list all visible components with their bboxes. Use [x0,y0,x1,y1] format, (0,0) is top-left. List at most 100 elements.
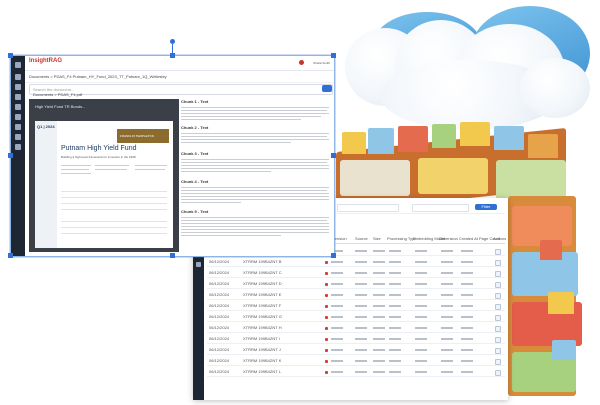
col-size: Size [373,236,381,241]
row-date: 06/12/2024 [209,314,230,319]
chunk-label[interactable]: Chunk 3 - Text [181,151,208,157]
row-name[interactable]: XTRRM 199B4ZNT G [243,315,282,319]
document-icon[interactable] [196,262,201,267]
cell-placeholder [441,316,453,318]
resize-handle[interactable] [170,253,175,258]
cell-placeholder [415,261,427,263]
col-source: Source [355,236,368,241]
row-name[interactable]: XTRRM 199B4ZNT E [243,293,281,297]
document-page: Q1 | 2024 FRANKLIN TEMPLETON Putnam High… [35,121,173,248]
table-row[interactable]: 06/12/2024 XTRRM 199B4ZNT H [207,325,505,333]
cell-placeholder [441,371,453,373]
cell-placeholder [355,261,367,263]
cell-placeholder [373,283,385,285]
pdf-icon [325,305,328,308]
resize-handle[interactable] [8,253,13,258]
resize-handle[interactable] [331,153,336,158]
chunk-label[interactable]: Chunk 5 - Text [181,209,208,215]
folder-icon[interactable] [15,94,21,100]
cell-placeholder [415,294,427,296]
cell-placeholder [373,305,385,307]
row-name[interactable]: XTRRM 199B4ZNT D [243,282,282,286]
cell-placeholder [441,250,453,252]
filter-input[interactable] [337,204,399,212]
table-row[interactable]: 06/12/2024 XTRRM 199B4ZNT D [207,281,505,289]
document-tab[interactable]: Documents > PDAS_F4.pdf [33,93,82,97]
home-icon[interactable] [15,62,21,68]
resize-handle[interactable] [331,53,336,58]
user-name[interactable]: Sheila Smith [313,61,330,65]
row-name[interactable]: XTRRM 199B4ZNT J [243,348,281,352]
row-name[interactable]: XTRRM 199B4ZNT B [243,260,281,264]
cell-placeholder [461,305,473,307]
filter-select[interactable] [412,204,469,212]
resize-handle[interactable] [8,153,13,158]
row-name[interactable]: XTRRM 199B4ZNT C [243,271,282,275]
row-name[interactable]: XTRRM 199B4ZNT H [243,326,282,330]
row-action-button[interactable] [495,293,501,299]
table-row[interactable]: 06/12/2024 XTRRM 199B4ZNT K [207,358,505,366]
cell-placeholder [415,349,427,351]
chart-icon[interactable] [15,104,21,110]
table-row[interactable]: 06/12/2024 XTRRM 199B4ZNT L [207,369,505,377]
chunk-label[interactable]: Chunk 4 - Text [181,179,208,185]
cell-placeholder [389,316,401,318]
table-row[interactable]: 06/12/2024 XTRRM 199B4ZNT B [207,259,505,267]
table-row[interactable]: 06/12/2024 XTRRM 199B4ZNT F [207,303,505,311]
rotate-handle[interactable] [170,39,175,44]
row-name[interactable]: XTRRM 199B4ZNT I [243,337,280,341]
col-actions: Actions [493,236,507,241]
share-icon[interactable] [15,144,21,150]
list-icon[interactable] [15,134,21,140]
document-preview: Documents > PDAS_F4.pdf High Yield Fund … [29,93,179,252]
cell-placeholder [331,294,343,296]
cell-placeholder [373,272,385,274]
cell-placeholder [461,250,473,252]
cell-placeholder [331,360,343,362]
chunk-label[interactable]: Chunk 1 - Text [181,99,208,105]
cell-placeholder [355,305,367,307]
row-name[interactable]: XTRRM 199B4ZNT K [243,359,281,363]
cell-placeholder [461,338,473,340]
filter-button[interactable]: Filter [475,204,497,210]
row-action-button[interactable] [495,249,501,255]
row-action-button[interactable] [495,359,501,365]
search-icon[interactable] [15,74,21,80]
cell-placeholder [389,327,401,329]
pdf-icon [325,327,328,330]
table-row[interactable]: 06/12/2024 XTRRM 199B4ZNT C [207,270,505,278]
row-action-button[interactable] [495,326,501,332]
row-action-button[interactable] [495,337,501,343]
row-action-button[interactable] [495,315,501,321]
row-name[interactable]: XTRRM 199B4ZNT L [243,370,281,374]
row-action-button[interactable] [495,282,501,288]
document-icon[interactable] [15,84,21,90]
cell-placeholder [331,283,343,285]
cell-placeholder [415,272,427,274]
pdf-icon [325,316,328,319]
row-action-button[interactable] [495,271,501,277]
cell-placeholder [441,305,453,307]
notification-icon[interactable] [299,60,304,65]
col-dimension: Dimension [439,236,458,241]
row-action-button[interactable] [495,370,501,376]
row-action-button[interactable] [495,348,501,354]
row-action-button[interactable] [495,304,501,310]
chunk-label[interactable]: Chunk 2 - Text [181,125,208,131]
table-row[interactable]: 06/12/2024 XTRRM 199B4ZNT E [207,292,505,300]
table-row[interactable]: 06/12/2024 XTRRM 199B4ZNT I [207,336,505,344]
cell-placeholder [415,250,427,252]
row-action-button[interactable] [495,260,501,266]
document-title: Putnam High Yield Fund [61,145,137,152]
cell-placeholder [441,349,453,351]
resize-handle[interactable] [331,253,336,258]
search-button[interactable] [322,85,332,92]
cell-placeholder [331,316,343,318]
settings-icon[interactable] [15,124,21,130]
table-row[interactable]: 06/12/2024 XTRRM 199B4ZNT J [207,347,505,355]
upload-icon[interactable] [15,114,21,120]
cell-placeholder [389,261,401,263]
row-name[interactable]: XTRRM 199B4ZNT F [243,304,281,308]
table-row[interactable]: 06/12/2024 XTRRM 199B4ZNT G [207,314,505,322]
resize-handle[interactable] [8,53,13,58]
